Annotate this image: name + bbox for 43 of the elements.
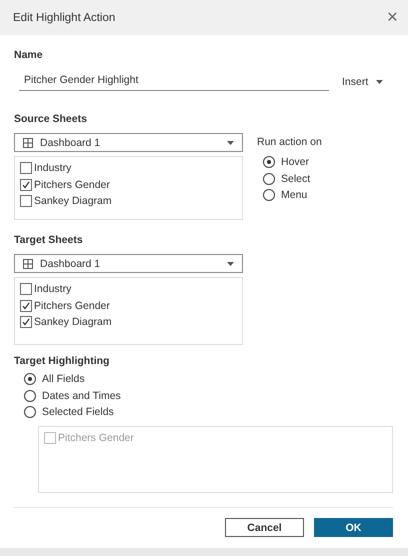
sheet-dropdown[interactable]: Dashboard 1 xyxy=(14,254,243,273)
radio-button[interactable] xyxy=(263,172,275,185)
close-button[interactable]: × xyxy=(386,8,398,27)
ok-button[interactable]: OK xyxy=(314,518,393,537)
field-name: Pitchers Gender xyxy=(58,432,134,444)
window-title: Edit Highlight Action xyxy=(13,12,116,24)
checkbox[interactable] xyxy=(20,316,32,328)
run-action-label: Run action on xyxy=(257,136,322,148)
option-label: All Fields xyxy=(42,373,85,386)
option-label: Select xyxy=(281,172,310,185)
section-label: Target Sheets xyxy=(14,234,84,246)
name-field[interactable]: Pitcher Gender Highlight xyxy=(19,72,329,91)
sheet-name: Industry xyxy=(34,162,72,174)
caret-icon xyxy=(227,262,234,266)
checkbox[interactable] xyxy=(20,178,32,191)
checkbox[interactable] xyxy=(20,283,32,296)
radio-button[interactable] xyxy=(263,189,275,202)
option-label: Hover xyxy=(281,156,310,168)
sheet-name: Sankey Diagram xyxy=(34,195,112,208)
option-label: Selected Fields xyxy=(42,406,114,418)
sheet-name: Pitchers Gender xyxy=(34,300,110,312)
radio-button[interactable] xyxy=(24,390,36,402)
section-label: Name xyxy=(14,49,44,61)
sheet-name: Pitchers Gender xyxy=(34,178,110,191)
insert-dropdown[interactable]: Insert xyxy=(342,74,384,90)
radio-button[interactable] xyxy=(24,373,36,386)
checkbox[interactable] xyxy=(20,162,32,174)
section-label: Source Sheets xyxy=(14,113,88,125)
sheet-dropdown[interactable]: Dashboard 1 xyxy=(14,133,243,152)
checkbox[interactable] xyxy=(20,300,32,312)
radio-button[interactable] xyxy=(24,406,36,418)
option-label: Menu xyxy=(281,189,308,202)
caret-icon xyxy=(227,140,234,144)
option-label: Dates and Times xyxy=(42,390,121,402)
sheet-name: Sankey Diagram xyxy=(34,316,112,328)
cancel-button[interactable]: Cancel xyxy=(225,518,304,537)
grid-icon xyxy=(23,258,33,268)
section-label: Target Highlighting xyxy=(14,355,110,367)
checkbox[interactable] xyxy=(20,195,32,208)
caret-icon xyxy=(376,80,384,84)
radio-button[interactable] xyxy=(263,156,275,168)
sheet-name: Industry xyxy=(34,283,72,296)
grid-icon xyxy=(23,138,33,148)
